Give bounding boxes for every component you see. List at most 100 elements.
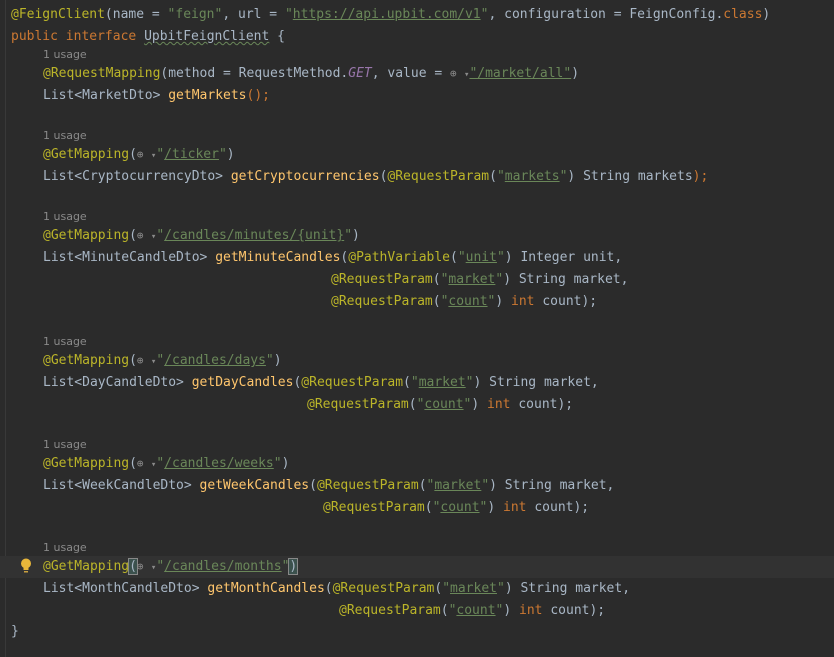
paren: ( <box>432 294 441 309</box>
globe-icon[interactable]: ⊕ <box>137 144 151 166</box>
return-type: List<DayCandleDto> <box>43 375 192 390</box>
code-line-method[interactable]: List<CryptocurrencyDto> getCryptocurrenc… <box>43 166 708 188</box>
param-key: name = <box>112 7 168 22</box>
paren: ( <box>450 250 458 265</box>
usage-hint[interactable]: 1 usage <box>43 437 87 453</box>
param-key: , value = <box>371 66 451 81</box>
code-line-feign-client[interactable]: @FeignClient(name = "feign", url = "http… <box>11 4 770 26</box>
param-type: String market, <box>496 478 615 493</box>
quote: " <box>265 353 274 368</box>
param-key: configuration = <box>504 7 630 22</box>
brace: { <box>269 29 285 44</box>
path-string: /ticker <box>164 147 219 162</box>
code-line-method[interactable]: List<MinuteCandleDto> getMinuteCandles (@… <box>43 247 622 269</box>
quote: " <box>457 250 466 265</box>
annotation: @RequestParam <box>387 169 490 184</box>
annotation: @GetMapping <box>43 228 130 243</box>
keyword: int <box>495 500 527 515</box>
param-string: market <box>434 478 482 493</box>
return-type: List<CryptocurrencyDto> <box>43 169 231 184</box>
code-line-param[interactable]: @RequestParam("count") int count); <box>323 497 589 519</box>
param-type: String market, <box>481 375 599 390</box>
code-line-annotation[interactable]: @GetMapping(⊕ ▾"/candles/minutes/{unit}") <box>43 225 360 247</box>
annotation: @GetMapping <box>43 456 130 471</box>
code-line-param[interactable]: @RequestParam("count") int count); <box>307 394 573 416</box>
usage-hint[interactable]: 1 usage <box>43 334 87 350</box>
annotation: @PathVariable <box>348 250 450 265</box>
code-line-annotation[interactable]: @RequestMapping(method = RequestMethod.G… <box>43 63 579 85</box>
interface-name: UpbitFeignClient <box>144 29 270 44</box>
paren: ( <box>129 147 137 162</box>
code-line-annotation[interactable]: @GetMapping(⊕ ▾"/candles/weeks") <box>43 453 289 475</box>
method-name: getMarkets <box>168 88 247 103</box>
annotation: @FeignClient <box>11 7 105 22</box>
code-line-annotation[interactable]: @GetMapping(⊕ ▾"/candles/months") <box>43 556 299 578</box>
paren: ( <box>129 228 137 243</box>
signature-end: ); <box>692 169 709 184</box>
annotation: @RequestParam <box>331 272 433 287</box>
code-line-param[interactable]: @RequestParam("market") String market, <box>331 269 628 291</box>
usage-hint[interactable]: 1 usage <box>43 209 87 225</box>
globe-icon[interactable]: ⊕ <box>450 63 464 85</box>
param-string: markets <box>504 169 560 184</box>
method-name: getWeekCandles <box>199 478 310 493</box>
param-type: Integer unit, <box>512 250 623 265</box>
globe-icon[interactable]: ⊕ <box>137 556 151 578</box>
param-type: String markets <box>575 169 693 184</box>
keyword: public <box>11 29 66 44</box>
paren: ) <box>489 478 497 493</box>
code-line-param[interactable]: @RequestParam("count") int count); <box>339 600 605 622</box>
paren: ) <box>504 581 513 596</box>
param-string: count <box>440 500 480 515</box>
method-name: getDayCandles <box>191 375 294 390</box>
param-key: url = <box>238 7 285 22</box>
quote: " <box>496 581 505 596</box>
code-line-annotation[interactable]: @GetMapping(⊕ ▾"/candles/days") <box>43 350 282 372</box>
usage-hint[interactable]: 1 usage <box>43 540 87 556</box>
param-name: count); <box>542 603 606 618</box>
closing-brace[interactable]: } <box>11 621 19 643</box>
keyword: int <box>503 294 535 309</box>
param-name: count); <box>526 500 590 515</box>
annotation: @RequestParam <box>332 581 435 596</box>
path-string: /candles/months <box>164 559 282 574</box>
code-line-method[interactable]: List<MonthCandleDto> getMonthCandles(@Re… <box>43 578 630 600</box>
code-line-method[interactable]: List<WeekCandleDto> getWeekCandles(@Requ… <box>43 475 614 497</box>
url-link[interactable]: https://api.upbit.com/v1 <box>293 7 481 22</box>
paren: ( <box>440 603 449 618</box>
lightbulb-icon[interactable] <box>19 557 33 575</box>
annotation: @RequestParam <box>339 603 441 618</box>
code-line-interface[interactable]: public interface UpbitFeignClient { <box>11 26 285 48</box>
code-line-method[interactable]: List<MarketDto> getMarkets(); <box>43 85 270 107</box>
globe-icon[interactable]: ⊕ <box>137 350 151 372</box>
usage-hint[interactable]: 1 usage <box>43 128 87 144</box>
globe-icon[interactable]: ⊕ <box>137 453 151 475</box>
paren: ( <box>408 397 417 412</box>
paren: ) <box>571 66 580 81</box>
keyword: int <box>479 397 511 412</box>
code-line-param[interactable]: @RequestParam("count") int count); <box>331 291 597 313</box>
quote: " <box>465 375 474 390</box>
code-editor[interactable]: @FeignClient ( name = "feign", url = " http… <box>0 0 834 657</box>
globe-icon[interactable]: ⊕ <box>137 225 151 247</box>
paren: ( <box>403 375 411 390</box>
paren: ( <box>432 272 441 287</box>
path-string: /candles/weeks <box>164 456 274 471</box>
usage-hint[interactable]: 1 usage <box>43 47 87 63</box>
string-literal: "feign" <box>167 7 223 22</box>
return-type: List<MarketDto> <box>43 88 169 103</box>
annotation: @RequestMapping <box>43 66 161 81</box>
paren: ) <box>281 456 290 471</box>
param-string: count <box>424 397 464 412</box>
code-line-method[interactable]: List<DayCandleDto> getDayCandles (@Reques… <box>43 372 599 394</box>
quote: " <box>156 559 165 574</box>
separator: , <box>222 7 238 22</box>
annotation: @RequestParam <box>307 397 409 412</box>
quote: " <box>156 228 165 243</box>
method-name: getCryptocurrencies <box>230 169 380 184</box>
paren: ) <box>226 147 235 162</box>
paren: ( <box>324 581 333 596</box>
param-string: market <box>450 581 497 596</box>
code-line-annotation[interactable]: @GetMapping(⊕ ▾"/ticker") <box>43 144 235 166</box>
return-type: List<WeekCandleDto> <box>43 478 200 493</box>
